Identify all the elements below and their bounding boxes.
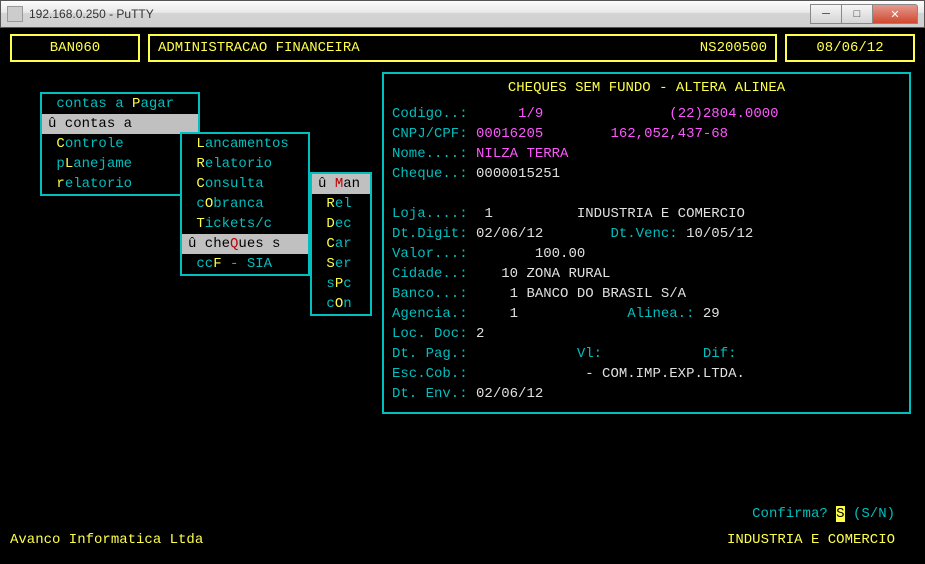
minimize-button[interactable]: ─ [810, 4, 842, 24]
codigo-label: Codigo..: [392, 106, 468, 122]
confirm-hint: (S/N) [853, 506, 895, 522]
header-title: ADMINISTRACAO FINANCEIRA [158, 38, 700, 58]
menu1-item-0[interactable]: contas a Pagar [42, 94, 198, 114]
nome-value: NILZA TERRA [476, 146, 568, 162]
agencia-value: 1 [510, 306, 518, 322]
menu2-item-5[interactable]: û cheQues s [182, 234, 308, 254]
esccob-label: Esc.Cob.: [392, 366, 468, 382]
cheque-value: 0000015251 [476, 166, 560, 182]
dtdigit-value: 02/06/12 [476, 226, 543, 242]
menu3-item-5[interactable]: sPc [312, 274, 370, 294]
terminal-area: BAN060 ADMINISTRACAO FINANCEIRA NS200500… [0, 28, 925, 564]
menu1-item-2[interactable]: Controle [42, 134, 198, 154]
menu1-item-4[interactable]: relatorio [42, 174, 198, 194]
header-code: BAN060 [10, 34, 140, 62]
menu2-item-3[interactable]: cObranca [182, 194, 308, 214]
agencia-label: Agencia.: [392, 306, 468, 322]
loja-label: Loja....: [392, 206, 468, 222]
menu2-item-4[interactable]: Tickets/c [182, 214, 308, 234]
dtvenc-label: Dt.Venc: [610, 226, 677, 242]
menu-level-2: Lancamentos Relatorio Consulta cObranca … [180, 132, 310, 276]
confirm-prompt[interactable]: Confirma? S (S/N) [752, 504, 895, 524]
dif-label: Dif: [703, 346, 737, 362]
alinea-value: 29 [703, 306, 720, 322]
valor-label: Valor...: [392, 246, 468, 262]
window-title: 192.168.0.250 - PuTTY [29, 7, 811, 21]
menu2-item-6[interactable]: ccF - SIA [182, 254, 308, 274]
header-user: NS200500 [700, 38, 767, 58]
putty-icon [7, 6, 23, 22]
footer-right: INDUSTRIA E COMERCIO [727, 530, 895, 550]
codigo-value: 1/9 [518, 106, 543, 122]
cidade-value: 10 ZONA RURAL [501, 266, 610, 282]
loja-desc: INDUSTRIA E COMERCIO [577, 206, 745, 222]
locdoc-label: Loc. Doc: [392, 326, 468, 342]
header-title-box: ADMINISTRACAO FINANCEIRA NS200500 [148, 34, 777, 62]
detail-title: CHEQUES SEM FUNDO - ALTERA ALINEA [392, 78, 901, 98]
codigo-ext1: (22) [669, 106, 703, 122]
menu2-item-1[interactable]: Relatorio [182, 154, 308, 174]
maximize-button[interactable]: □ [841, 4, 873, 24]
close-button[interactable]: ✕ [872, 4, 918, 24]
cnpj-label: CNPJ/CPF: [392, 126, 468, 142]
alinea-label: Alinea.: [627, 306, 694, 322]
cnpj2-value: 162,052,437-68 [610, 126, 728, 142]
menu3-item-0[interactable]: û Man [312, 174, 370, 194]
dtvenc-value: 10/05/12 [686, 226, 753, 242]
locdoc-value: 2 [476, 326, 484, 342]
confirm-value[interactable]: S [836, 506, 844, 522]
detail-panel: CHEQUES SEM FUNDO - ALTERA ALINEA Codigo… [382, 72, 911, 414]
banco-value: 1 BANCO DO BRASIL S/A [510, 286, 686, 302]
menu3-item-4[interactable]: Ser [312, 254, 370, 274]
cheque-label: Cheque..: [392, 166, 468, 182]
dtpag-label: Dt. Pag.: [392, 346, 468, 362]
codigo-ext2: 2804.0000 [703, 106, 779, 122]
footer-left: Avanco Informatica Ltda [10, 530, 203, 550]
vl-label: Vl: [577, 346, 602, 362]
menu1-item-1[interactable]: û contas a [42, 114, 198, 134]
valor-value: 100.00 [535, 246, 585, 262]
loja-value: 1 [484, 206, 492, 222]
menu1-item-3[interactable]: pLanejame [42, 154, 198, 174]
menu3-item-3[interactable]: Car [312, 234, 370, 254]
esccob-value: - COM.IMP.EXP.LTDA. [585, 366, 745, 382]
confirm-label: Confirma? [752, 506, 828, 522]
cnpj-value: 00016205 [476, 126, 543, 142]
menu2-item-2[interactable]: Consulta [182, 174, 308, 194]
header-date: 08/06/12 [785, 34, 915, 62]
cidade-label: Cidade..: [392, 266, 468, 282]
menu3-item-2[interactable]: Dec [312, 214, 370, 234]
menu-level-3: û Man Rel Dec Car Ser sPc cOn [310, 172, 372, 316]
menu-level-1: contas a Pagar û contas a Controle pLane… [40, 92, 200, 196]
banco-label: Banco...: [392, 286, 468, 302]
menu2-item-0[interactable]: Lancamentos [182, 134, 308, 154]
dtdigit-label: Dt.Digit: [392, 226, 468, 242]
window-titlebar: 192.168.0.250 - PuTTY ─ □ ✕ [0, 0, 925, 28]
menu3-item-1[interactable]: Rel [312, 194, 370, 214]
dtenv-label: Dt. Env.: [392, 386, 468, 402]
menu3-item-6[interactable]: cOn [312, 294, 370, 314]
dtenv-value: 02/06/12 [476, 386, 543, 402]
nome-label: Nome....: [392, 146, 468, 162]
